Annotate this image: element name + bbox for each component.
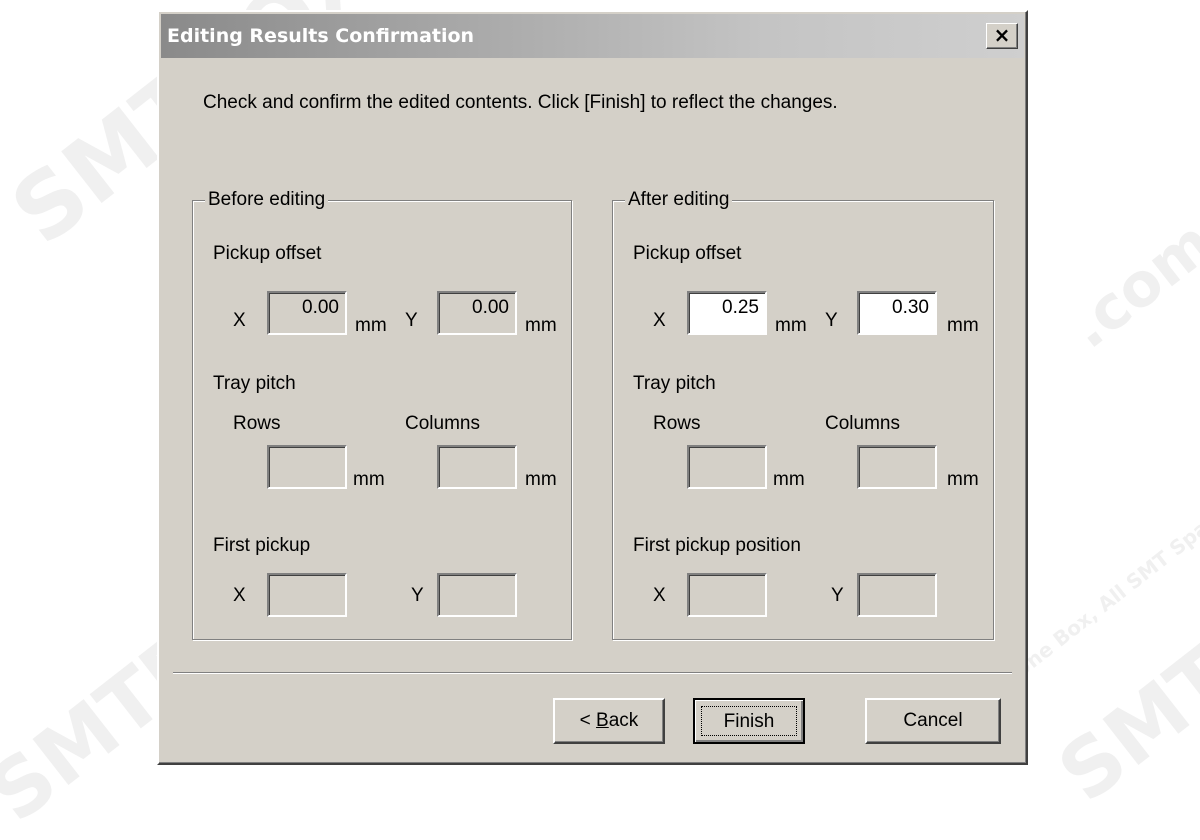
after-rows-label: Rows <box>653 413 701 434</box>
after-pickup-y-label: Y <box>825 310 838 331</box>
before-rows-label: Rows <box>233 413 281 434</box>
before-pickup-x-field: 0.00 <box>267 291 347 335</box>
finish-button-label: Finish <box>701 706 797 736</box>
back-button-prefix: < <box>579 710 597 731</box>
watermark-domain: .com <box>1055 207 1200 363</box>
before-rows-field <box>267 445 347 489</box>
after-pickup-x-field[interactable]: 0.25 <box>687 291 767 335</box>
dialog-title: Editing Results Confirmation <box>167 25 475 47</box>
cancel-button[interactable]: Cancel <box>865 698 1001 744</box>
before-rows-unit: mm <box>353 469 385 490</box>
after-pickup-offset-label: Pickup offset <box>633 243 742 264</box>
after-columns-label: Columns <box>825 413 900 434</box>
before-editing-group: Before editing Pickup offset X 0.00 mm Y… <box>192 189 572 640</box>
before-editing-legend: Before editing <box>205 189 329 211</box>
after-first-x-field[interactable] <box>687 573 767 617</box>
after-first-y-label: Y <box>831 585 844 606</box>
title-bar[interactable]: Editing Results Confirmation × <box>161 14 1024 58</box>
instruction-text: Check and confirm the edited contents. C… <box>203 92 838 113</box>
before-pickup-x-unit: mm <box>355 315 387 336</box>
back-button-accelerator: B <box>596 710 609 731</box>
before-columns-label: Columns <box>405 413 480 434</box>
before-tray-pitch-label: Tray pitch <box>213 373 296 394</box>
after-editing-group: After editing Pickup offset X 0.25 mm Y … <box>612 189 994 640</box>
back-button[interactable]: < Back <box>553 698 665 744</box>
after-rows-field[interactable] <box>687 445 767 489</box>
before-first-y-field <box>437 573 517 617</box>
after-editing-legend: After editing <box>625 189 733 211</box>
editing-results-dialog: Editing Results Confirmation × Check and… <box>157 10 1028 765</box>
before-pickup-y-label: Y <box>405 310 418 331</box>
after-pickup-y-field[interactable]: 0.30 <box>857 291 937 335</box>
button-separator <box>173 672 1012 674</box>
watermark-brand: SMTBOX <box>1041 513 1200 820</box>
back-button-rest: ack <box>608 710 639 731</box>
finish-button[interactable]: Finish <box>693 698 805 744</box>
after-first-y-field[interactable] <box>857 573 937 617</box>
after-columns-field[interactable] <box>857 445 937 489</box>
before-columns-field <box>437 445 517 489</box>
close-icon[interactable]: × <box>986 23 1018 49</box>
before-first-x-field <box>267 573 347 617</box>
before-pickup-x-label: X <box>233 310 246 331</box>
before-first-y-label: Y <box>411 585 424 606</box>
before-first-pickup-label: First pickup <box>213 535 311 556</box>
before-columns-unit: mm <box>525 469 557 490</box>
after-rows-unit: mm <box>773 469 805 490</box>
after-pickup-x-label: X <box>653 310 666 331</box>
watermark-slogan: One Box, All SMT Spare Parts <box>1007 461 1200 684</box>
after-pickup-x-unit: mm <box>775 315 807 336</box>
after-first-x-label: X <box>653 585 666 606</box>
before-pickup-offset-label: Pickup offset <box>213 243 322 264</box>
after-columns-unit: mm <box>947 469 979 490</box>
before-first-x-label: X <box>233 585 246 606</box>
after-tray-pitch-label: Tray pitch <box>633 373 716 394</box>
before-pickup-y-unit: mm <box>525 315 557 336</box>
after-first-pickup-label: First pickup position <box>633 535 801 556</box>
after-pickup-y-unit: mm <box>947 315 979 336</box>
before-pickup-y-field: 0.00 <box>437 291 517 335</box>
